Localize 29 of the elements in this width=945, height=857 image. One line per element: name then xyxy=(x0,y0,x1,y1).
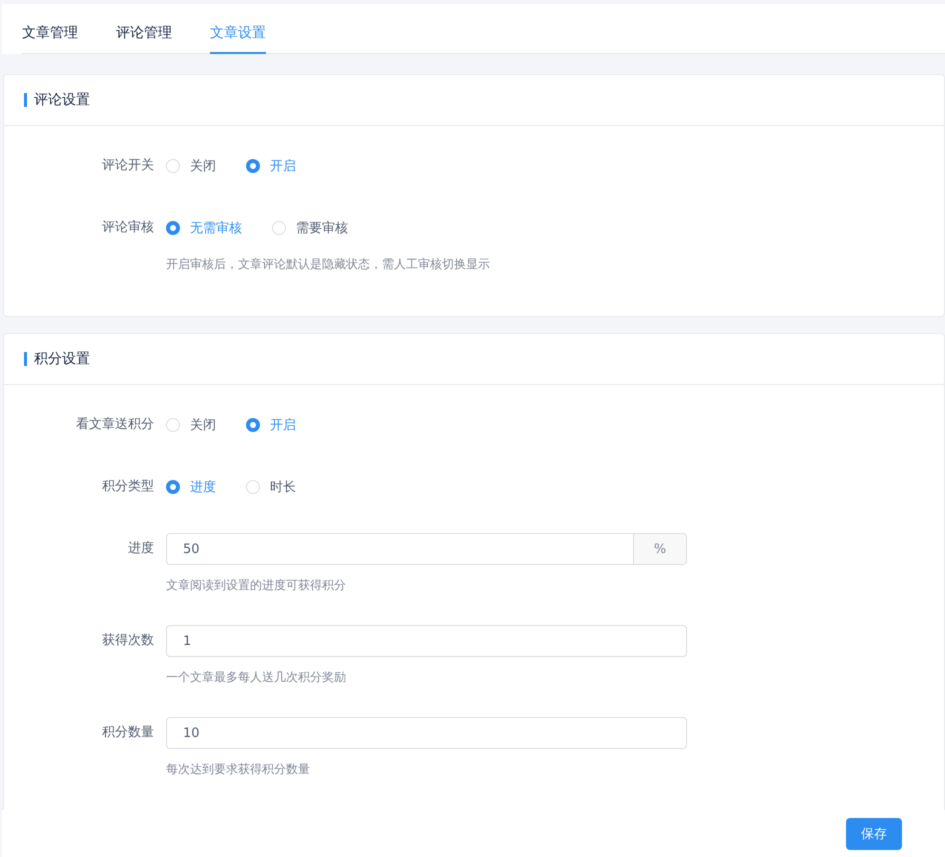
hint-text: 一个文章最多每人送几次积分奖励 xyxy=(166,669,347,686)
radio-option[interactable]: 关闭 xyxy=(166,157,216,175)
card-title: 积分设置 xyxy=(34,350,90,368)
field-label: 进度 xyxy=(127,540,154,558)
radio-option[interactable]: 需要审核 xyxy=(272,219,348,237)
tab[interactable]: 文章管理 xyxy=(22,24,78,54)
accent-bar xyxy=(24,93,27,107)
field-label: 积分类型 xyxy=(101,478,154,496)
radio-option[interactable]: 关闭 xyxy=(166,416,216,434)
radio-button[interactable] xyxy=(166,480,180,494)
accent-bar xyxy=(24,352,27,366)
radio-option[interactable]: 时长 xyxy=(246,478,296,496)
input-field[interactable]: 10 xyxy=(166,717,687,749)
field-label: 看文章送积分 xyxy=(75,416,154,434)
input-field[interactable]: 1 xyxy=(166,625,687,657)
radio-button[interactable] xyxy=(166,221,180,235)
field-label: 获得次数 xyxy=(101,632,154,650)
field-label: 积分数量 xyxy=(101,724,154,742)
field-label: 评论审核 xyxy=(101,219,154,237)
hint-text: 每次达到要求获得积分数量 xyxy=(166,761,311,778)
hint-text: 文章阅读到设置的进度可获得积分 xyxy=(166,577,347,594)
field-label: 评论开关 xyxy=(101,157,154,175)
input-field[interactable]: 50 xyxy=(166,533,634,565)
radio-button[interactable] xyxy=(246,418,260,432)
unit-suffix: % xyxy=(634,533,687,565)
card-title: 评论设置 xyxy=(34,91,90,109)
radio-button[interactable] xyxy=(246,159,260,173)
tab[interactable]: 评论管理 xyxy=(116,24,172,54)
hint-text: 开启审核后，文章评论默认是隐藏状态，需人工审核切换显示 xyxy=(166,256,491,273)
